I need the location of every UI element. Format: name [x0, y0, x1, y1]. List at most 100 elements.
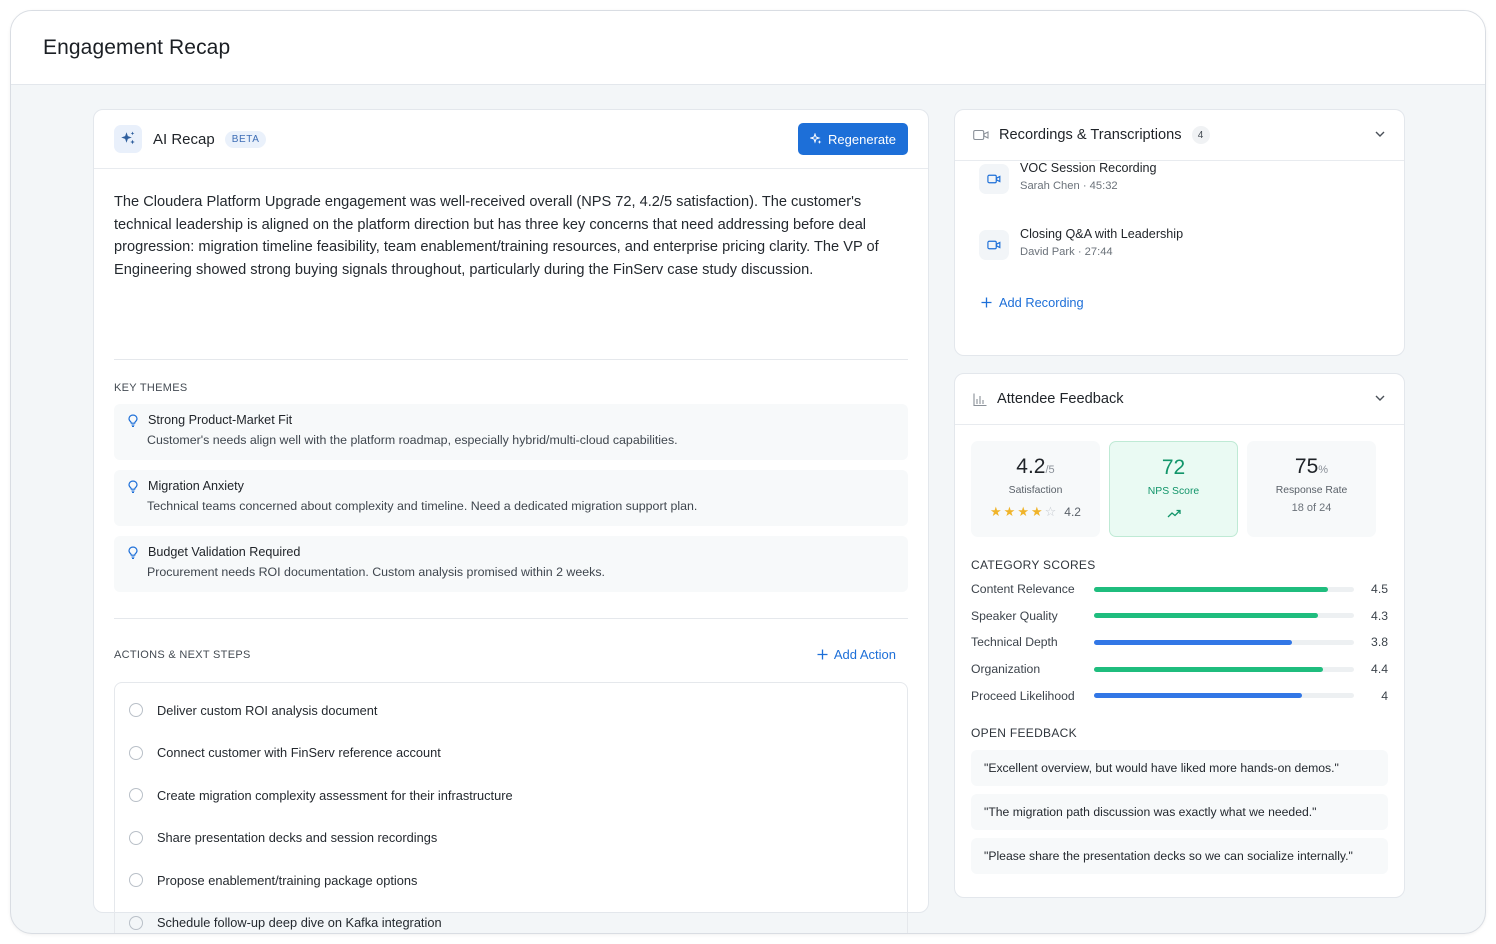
category-score: 4.4: [1371, 662, 1388, 677]
category-score: 4.5: [1371, 582, 1388, 597]
chevron-down-icon[interactable]: [1374, 128, 1386, 140]
theme-title: Migration Anxiety: [148, 479, 244, 493]
response-rate-stat: 75% Response Rate 18 of 24: [1247, 441, 1376, 537]
recap-summary: The Cloudera Platform Upgrade engagement…: [114, 194, 879, 278]
category-scores: Content Relevance 4.5 Speaker Quality 4.3 …: [955, 576, 1404, 709]
add-action-button[interactable]: Add Action: [817, 647, 896, 662]
star-filled-icon: ★: [990, 504, 1002, 519]
page-title: Engagement Recap: [43, 35, 231, 59]
category-row: Content Relevance 4.5: [955, 576, 1404, 603]
theme-description: Procurement needs ROI documentation. Cus…: [147, 565, 605, 579]
feedback-quote: "Please share the presentation decks so …: [971, 837, 1388, 874]
category-score: 4: [1381, 688, 1388, 703]
action-item: Create migration complexity assessment f…: [115, 774, 907, 817]
recording-name: Closing Q&A with Leadership: [1020, 227, 1184, 241]
open-feedback-label: OPEN FEEDBACK: [971, 725, 1077, 740]
key-themes-section: KEY THEMES Strong Product-Market Fit Cus…: [94, 360, 928, 618]
action-checkbox[interactable]: [129, 915, 143, 930]
video-icon: [973, 129, 989, 141]
score-bar-track: [1094, 666, 1354, 672]
category-row: Organization 4.4: [955, 656, 1404, 683]
recordings-title: Recordings & Transcriptions: [999, 127, 1182, 143]
theme-description: Customer's needs align well with the pla…: [147, 433, 678, 447]
ai-recap-header: AI Recap BETA Regenerate: [94, 110, 928, 169]
satisfaction-label: Satisfaction: [1008, 485, 1063, 496]
feedback-quote: "The migration path discussion was exact…: [971, 793, 1388, 830]
recording-meta: Sarah Chen · 45:32: [1020, 180, 1118, 192]
action-label: Propose enablement/training package opti…: [157, 872, 418, 888]
response-detail: 18 of 24: [1291, 502, 1332, 514]
action-checkbox[interactable]: [129, 745, 143, 760]
actions-label: ACTIONS & NEXT STEPS: [114, 648, 251, 661]
chevron-down-icon[interactable]: [1374, 392, 1386, 404]
theme-title: Budget Validation Required: [148, 545, 301, 559]
top-bar: Engagement Recap: [11, 11, 1485, 85]
lightbulb-icon: [128, 413, 138, 427]
action-label: Deliver custom ROI analysis document: [157, 702, 378, 718]
category-name: Proceed Likelihood: [971, 688, 1075, 703]
recording-name: VOC Session Recording: [1020, 161, 1157, 175]
satisfaction-suffix: /5: [1045, 464, 1055, 476]
action-checkbox[interactable]: [129, 703, 143, 718]
score-bar-fill: [1094, 693, 1302, 699]
regenerate-button[interactable]: Regenerate: [798, 123, 908, 155]
star-empty-icon: ☆: [1044, 504, 1057, 519]
sparkle-icon: [114, 125, 142, 153]
action-label: Schedule follow-up deep dive on Kafka in…: [157, 915, 442, 931]
score-bar-fill: [1094, 666, 1323, 672]
feedback-title: Attendee Feedback: [997, 391, 1124, 407]
score-bar-fill: [1094, 639, 1292, 645]
lightbulb-icon: [128, 479, 138, 493]
score-bar-track: [1094, 693, 1354, 699]
rating-text: 4.2: [1064, 505, 1081, 519]
ai-recap-title: AI Recap: [153, 130, 215, 148]
action-item: Connect customer with FinServ reference …: [115, 732, 907, 775]
action-checkbox[interactable]: [129, 873, 143, 888]
category-scores-label: CATEGORY SCORES: [971, 558, 1096, 572]
video-icon: [979, 230, 1009, 260]
add-recording-button[interactable]: Add Recording: [955, 295, 1404, 310]
lightbulb-icon: [128, 545, 138, 559]
nps-stat: 72 NPS Score: [1109, 441, 1238, 537]
category-name: Organization: [971, 662, 1041, 677]
recording-item[interactable]: VOC Session Recording Sarah Chen · 45:32: [955, 161, 1404, 227]
key-themes-label: KEY THEMES: [114, 382, 188, 394]
category-row: Technical Depth 3.8: [955, 629, 1404, 656]
recordings-count-badge: 4: [1191, 126, 1210, 144]
feedback-stats: 4.2/5 Satisfaction ★ ★ ★ ★ ☆ 4.2 72 NPS …: [955, 425, 1404, 537]
recording-item[interactable]: Closing Q&A with Leadership David Park ·…: [955, 227, 1404, 293]
add-recording-label: Add Recording: [999, 295, 1084, 310]
response-value: 75: [1294, 455, 1319, 478]
action-checkbox[interactable]: [129, 830, 143, 845]
plus-icon: [981, 297, 992, 308]
feedback-quote: "Excellent overview, but would have like…: [971, 749, 1388, 786]
action-checkbox[interactable]: [129, 788, 143, 803]
score-bar-fill: [1094, 613, 1318, 619]
category-row: Speaker Quality 4.3: [955, 603, 1404, 630]
ai-recap-card: AI Recap BETA Regenerate The Cloudera Pl…: [93, 109, 929, 933]
action-label: Create migration complexity assessment f…: [157, 787, 513, 803]
feedback-header[interactable]: Attendee Feedback: [955, 374, 1404, 425]
response-suffix: %: [1318, 464, 1329, 476]
score-bar-track: [1094, 613, 1354, 619]
video-icon: [979, 164, 1009, 194]
action-item: Deliver custom ROI analysis document: [115, 689, 907, 732]
score-bar-fill: [1094, 586, 1328, 592]
recordings-header[interactable]: Recordings & Transcriptions 4: [955, 110, 1404, 161]
star-filled-icon: ★: [1003, 504, 1016, 519]
action-item: Propose enablement/training package opti…: [115, 859, 907, 902]
score-bar-track: [1094, 639, 1354, 645]
theme-description: Technical teams concerned about complexi…: [147, 499, 698, 513]
star-filled-icon: ★: [1030, 504, 1043, 519]
satisfaction-value: 4.2: [1016, 455, 1046, 478]
theme-title: Strong Product-Market Fit: [148, 413, 293, 427]
sparkle-icon: [810, 133, 822, 144]
actions-header: ACTIONS & NEXT STEPS Add Action: [94, 619, 928, 662]
regenerate-label: Regenerate: [828, 131, 896, 147]
trending-up-icon: [1167, 509, 1181, 518]
star-rating: ★ ★ ★ ★ ☆ 4.2: [971, 504, 1100, 520]
bar-chart-icon: [973, 393, 987, 406]
actions-list: Deliver custom ROI analysis document Con…: [114, 682, 908, 933]
beta-badge: BETA: [224, 130, 267, 148]
score-bar-track: [1094, 586, 1354, 592]
